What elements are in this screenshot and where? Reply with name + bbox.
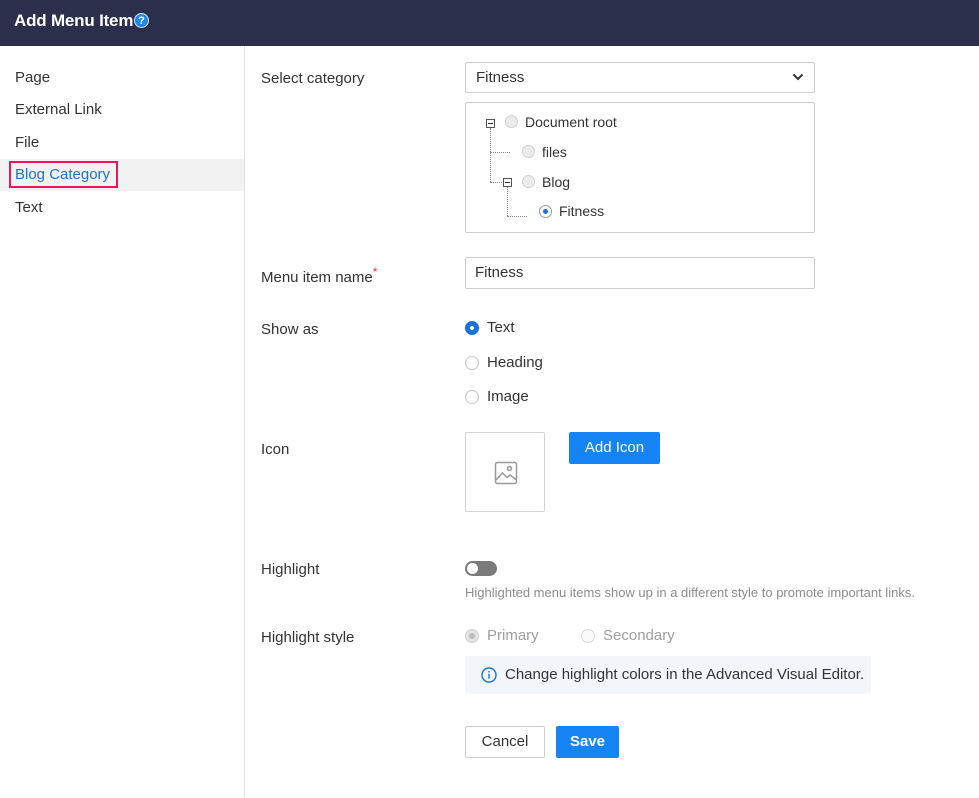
select-category-label: Select category: [261, 70, 365, 87]
sidebar-item-label: Text: [15, 199, 43, 216]
add-icon-button[interactable]: Add Icon: [569, 432, 660, 464]
info-banner-text: Change highlight colors in the Advanced …: [505, 666, 865, 683]
tree-node-blog[interactable]: Blog: [542, 174, 570, 190]
tree-node-radio[interactable]: [522, 175, 535, 188]
menu-item-name-label: Menu item name*: [261, 265, 377, 286]
tree-connector: [490, 152, 491, 182]
tree-connector: [507, 187, 508, 216]
tree-connector: [507, 216, 527, 217]
sidebar-item-label: File: [15, 134, 40, 151]
sidebar-item-blog-category[interactable]: Blog Category: [0, 159, 244, 191]
sidebar-item-label: External Link: [15, 101, 102, 118]
sidebar-item-page[interactable]: Page: [0, 62, 244, 94]
category-select-value: Fitness: [476, 69, 525, 86]
tree-collapse-toggle[interactable]: [486, 119, 495, 128]
icon-label: Icon: [261, 441, 290, 458]
sidebar-item-external-link[interactable]: External Link: [0, 94, 244, 126]
tree-node-files[interactable]: files: [542, 144, 567, 160]
required-mark: *: [372, 265, 378, 279]
radio-label: Text: [487, 319, 515, 336]
radio-button-disabled[interactable]: [581, 629, 595, 643]
cancel-button[interactable]: Cancel: [465, 726, 545, 758]
tree-node-radio-selected[interactable]: [539, 205, 552, 218]
tree-node-document-root[interactable]: Document root: [525, 114, 617, 130]
radio-button[interactable]: [465, 356, 479, 370]
info-icon: [481, 667, 497, 683]
sidebar-item-label: Page: [15, 69, 51, 86]
radio-label: Secondary: [603, 627, 675, 644]
radio-button[interactable]: [465, 390, 479, 404]
icon-preview[interactable]: [465, 432, 545, 512]
radio-label: Heading: [487, 354, 543, 371]
tree-node-radio[interactable]: [522, 145, 535, 158]
tree-connector: [490, 128, 491, 152]
tree-collapse-toggle[interactable]: [503, 178, 512, 187]
dialog-title: Add Menu Item: [14, 11, 134, 30]
radio-label: Image: [487, 388, 529, 405]
sidebar-item-text[interactable]: Text: [0, 192, 244, 224]
save-button[interactable]: Save: [556, 726, 619, 758]
tree-connector: [490, 182, 504, 183]
menu-item-name-label-text: Menu item name: [261, 269, 373, 286]
category-tree: Document root files Blog Fitness: [465, 102, 815, 233]
tree-connector: [490, 152, 510, 153]
help-icon[interactable]: ?: [134, 13, 149, 28]
image-icon: [494, 461, 518, 485]
tree-node-radio[interactable]: [505, 115, 518, 128]
show-as-label: Show as: [261, 321, 319, 338]
sidebar: Page External Link File Blog Category Te…: [0, 46, 245, 798]
highlight-info-banner: Change highlight colors in the Advanced …: [465, 656, 871, 694]
radio-label: Primary: [487, 627, 539, 644]
tree-node-fitness[interactable]: Fitness: [559, 203, 604, 219]
sidebar-item-file[interactable]: File: [0, 127, 244, 159]
radio-button-checked[interactable]: [465, 321, 479, 335]
highlight-style-label: Highlight style: [261, 629, 355, 646]
highlight-label: Highlight: [261, 561, 320, 578]
highlight-toggle[interactable]: [465, 561, 497, 576]
highlight-help-text: Highlighted menu items show up in a diff…: [465, 585, 915, 600]
radio-button-checked-disabled[interactable]: [465, 629, 479, 643]
category-select[interactable]: Fitness: [465, 62, 815, 93]
sidebar-item-label: Blog Category: [9, 161, 119, 188]
chevron-down-icon: [792, 73, 804, 81]
menu-item-name-input[interactable]: Fitness: [465, 257, 815, 289]
dialog-header: Add Menu Item ?: [0, 0, 979, 46]
